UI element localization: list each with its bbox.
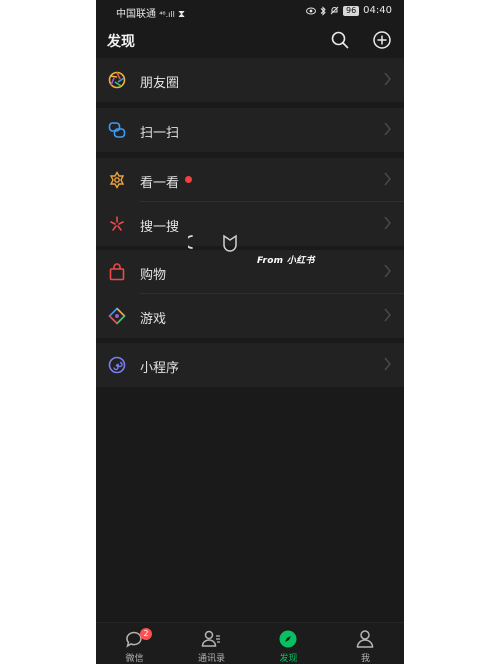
menu-item-moments[interactable]: 朋友圈 [96,58,404,102]
chevron-right-icon [384,357,391,371]
loading-spinner-icon [188,234,237,252]
clock: 04:40 [363,5,392,16]
games-diamond-icon [108,307,126,325]
menu-item-mini-programs[interactable]: 小程序 [96,343,404,387]
person-icon [356,630,374,648]
menu-label-scan: 扫一扫 [140,126,180,141]
group-stories-search: 看一看 搜一搜 [96,158,404,246]
moments-aperture-icon [108,71,126,89]
page-title: 发现 [107,34,135,50]
group-moments: 朋友圈 [96,58,404,102]
tab-me[interactable]: 我 [327,623,404,664]
menu-label-mini-programs: 小程序 [140,361,180,376]
mini-program-icon [108,356,126,374]
chevron-right-icon [384,122,391,136]
menu-label-moments: 朋友圈 [140,76,180,91]
tab-label-discover: 发现 [279,654,298,664]
menu-item-scan[interactable]: 扫一扫 [96,108,404,152]
menu-item-search[interactable]: 搜一搜 [96,202,404,246]
carrier-name: 中国联通 [116,9,156,20]
chevron-right-icon [384,308,391,322]
search-icon [331,31,349,49]
tab-bar: 2 微信 通讯录 发现 我 [96,622,404,664]
scan-icon [108,122,126,138]
status-bar: 中国联通 ⁴⁶.ıll ⧗ 96 04:40 [96,0,404,22]
phone-screen: 中国联通 ⁴⁶.ıll ⧗ 96 04:40 发现 朋友圈 扫一扫 看一看 搜一… [96,0,404,664]
menu-item-games[interactable]: 游戏 [96,294,404,338]
chevron-right-icon [384,216,391,230]
status-right: 96 04:40 [305,5,392,16]
contacts-icon [201,630,220,647]
chevron-right-icon [384,72,391,86]
tab-label-me: 我 [360,654,370,664]
signal-indicator: ⁴⁶.ıll [159,10,175,19]
mute-icon [330,6,339,15]
menu-label-search: 搜一搜 [140,220,180,235]
group-scan: 扫一扫 [96,108,404,152]
menu-label-games: 游戏 [140,312,167,327]
tab-contacts[interactable]: 通讯录 [173,623,250,664]
compass-icon [279,630,297,648]
tab-chats[interactable]: 2 微信 [96,623,173,664]
hourglass-icon: ⧗ [178,9,186,20]
menu-item-top-stories[interactable]: 看一看 [96,158,404,202]
tab-label-contacts: 通讯录 [197,654,225,664]
tab-discover[interactable]: 发现 [250,623,327,664]
top-stories-icon [109,171,125,189]
menu-item-shopping[interactable]: 购物 [96,250,404,294]
menu-label-shopping: 购物 [140,268,167,283]
unread-badge: 2 [140,628,152,640]
battery-indicator: 96 [342,5,360,16]
plus-circle-icon [373,31,391,49]
tab-label-chats: 微信 [125,654,144,664]
search-button[interactable] [330,30,350,50]
search-spark-icon [110,216,124,231]
watermark: From 小红书 [257,256,315,266]
group-shopping-games: 购物 游戏 [96,250,404,338]
add-button[interactable] [372,30,392,50]
chevron-right-icon [384,264,391,278]
app-header: 发现 [96,22,404,58]
shopping-bag-icon [109,263,125,281]
status-left: 中国联通 ⁴⁶.ıll ⧗ [116,5,185,20]
chevron-right-icon [384,172,391,186]
unread-dot [185,176,192,183]
bluetooth-icon [320,5,326,16]
group-mini-programs: 小程序 [96,343,404,387]
menu-label-top-stories: 看一看 [140,176,180,191]
eye-icon [305,7,316,14]
